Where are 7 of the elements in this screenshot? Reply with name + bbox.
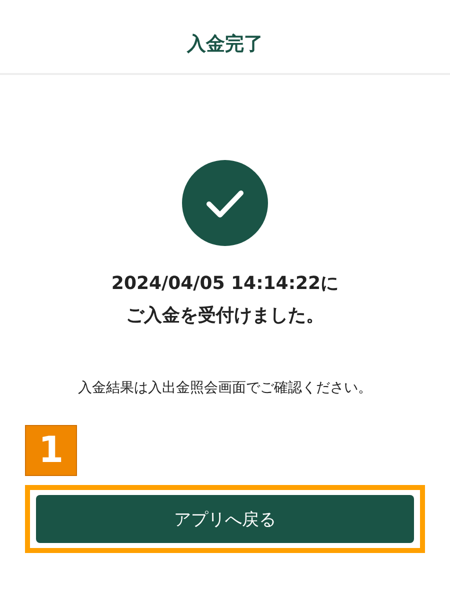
message-text: ご入金を受付けました。: [126, 304, 324, 327]
message-text: 2024/04/05 14:14:22に: [111, 272, 339, 295]
return-button[interactable]: アプリへ戻る: [36, 495, 414, 543]
check-icon: [182, 160, 268, 246]
annotation-badge: 1: [25, 425, 77, 476]
page-title: 入金完了: [187, 32, 263, 56]
note-text: 入金結果は入出金照会画面でご確認ください。: [77, 379, 373, 397]
